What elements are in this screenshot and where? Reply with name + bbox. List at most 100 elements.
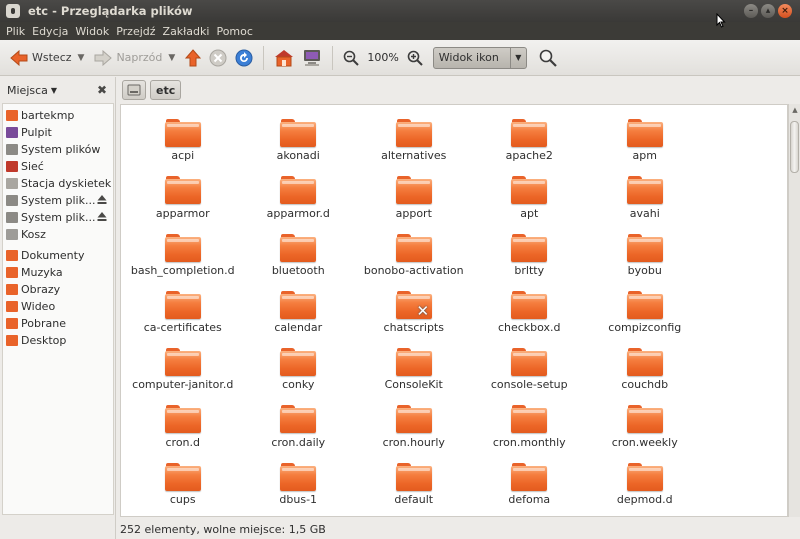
file-name: default — [394, 493, 434, 507]
sidebar-item[interactable]: Muzyka — [3, 264, 113, 281]
path-etc-button[interactable]: etc — [150, 80, 182, 100]
vertical-scrollbar[interactable]: ▲ — [788, 104, 800, 517]
file-item[interactable]: conky — [241, 334, 357, 391]
menu-go[interactable]: Przejdź — [114, 25, 160, 38]
file-item[interactable]: couchdb — [587, 334, 703, 391]
sidebar-item[interactable]: System plik... — [3, 192, 113, 209]
back-history-dropdown[interactable]: ▼ — [78, 53, 85, 63]
file-item[interactable]: ConsoleKit — [356, 334, 472, 391]
file-item[interactable]: ca-certificates — [125, 277, 241, 334]
file-item[interactable]: checkbox.d — [472, 277, 588, 334]
up-button[interactable] — [181, 44, 205, 72]
sidebar-item[interactable]: System plik... — [3, 209, 113, 226]
stop-button[interactable] — [205, 44, 231, 72]
zoom-level: 100% — [367, 51, 399, 64]
folder-icon — [626, 462, 663, 491]
file-icon-view: acpi akonadi alternatives apache2 apm apparmo… — [120, 104, 788, 517]
file-item[interactable]: cron.weekly — [587, 391, 703, 449]
back-button[interactable]: Wstecz — [6, 44, 76, 72]
computer-button[interactable] — [298, 44, 326, 72]
sidebar-item[interactable]: Kosz — [3, 226, 113, 243]
eject-icon[interactable] — [97, 211, 107, 222]
file-name: cron.weekly — [611, 435, 678, 449]
scroll-up-icon[interactable]: ▲ — [791, 106, 799, 114]
home-button[interactable] — [270, 44, 298, 72]
minimize-button[interactable]: – — [744, 4, 758, 18]
file-item[interactable]: cron.hourly — [356, 391, 472, 449]
sidebar-item[interactable]: Sieć — [3, 158, 113, 175]
file-item[interactable]: cron.monthly — [472, 391, 588, 449]
file-name: ConsoleKit — [384, 378, 443, 392]
path-root-button[interactable] — [122, 80, 146, 100]
file-item[interactable]: bonobo-activation — [356, 220, 472, 277]
file-item[interactable]: apport — [356, 162, 472, 220]
file-item[interactable]: console-setup — [472, 334, 588, 391]
sidebar-item[interactable]: Desktop — [3, 332, 113, 349]
file-item[interactable]: avahi — [587, 162, 703, 220]
folder-icon — [280, 405, 317, 434]
file-name: couchdb — [621, 378, 669, 392]
file-name: cron.d — [165, 435, 200, 449]
file-name: apm — [632, 149, 657, 163]
file-item[interactable]: brltty — [472, 220, 588, 277]
menu-file[interactable]: Plik — [4, 25, 30, 38]
file-item[interactable]: cups — [125, 449, 241, 506]
eject-icon[interactable] — [97, 194, 107, 205]
sidebar-item[interactable]: Obrazy — [3, 281, 113, 298]
menu-help[interactable]: Pomoc — [214, 25, 257, 38]
zoom-in-button[interactable] — [403, 44, 427, 72]
file-item[interactable]: defoma — [472, 449, 588, 506]
file-item[interactable]: ✕ chatscripts — [356, 277, 472, 334]
menu-view[interactable]: Widok — [73, 25, 114, 38]
file-item[interactable]: compizconfig — [587, 277, 703, 334]
file-item[interactable]: bluetooth — [241, 220, 357, 277]
maximize-button[interactable]: ▴ — [761, 4, 775, 18]
file-item[interactable]: alternatives — [356, 105, 472, 162]
file-item[interactable]: apparmor.d — [241, 162, 357, 220]
reload-button[interactable] — [231, 44, 257, 72]
file-item[interactable]: computer-janitor.d — [125, 334, 241, 391]
app-icon[interactable] — [6, 4, 20, 18]
sidebar-item[interactable]: bartekmp — [3, 107, 113, 124]
menu-edit[interactable]: Edycja — [30, 25, 73, 38]
file-item[interactable]: acpi — [125, 105, 241, 162]
sidebar-item-label: System plików — [21, 143, 101, 156]
file-item[interactable]: byobu — [587, 220, 703, 277]
sidebar-item[interactable]: Stacja dyskietek — [3, 175, 113, 192]
scrollbar-thumb[interactable] — [790, 121, 799, 173]
file-item[interactable]: default — [356, 449, 472, 506]
stop-icon — [209, 49, 227, 66]
file-item[interactable]: apparmor — [125, 162, 241, 220]
folder-icon — [511, 405, 548, 434]
file-item[interactable]: depmod.d — [587, 449, 703, 506]
file-item[interactable]: apt — [472, 162, 588, 220]
search-button[interactable] — [535, 44, 561, 72]
sidebar-item-label: Pobrane — [21, 317, 66, 330]
sidebar-item[interactable]: System plików — [3, 141, 113, 158]
forward-history-dropdown[interactable]: ▼ — [168, 53, 175, 63]
file-item[interactable]: akonadi — [241, 105, 357, 162]
zoom-out-button[interactable] — [339, 44, 363, 72]
file-item[interactable]: dbus-1 — [241, 449, 357, 506]
file-item[interactable]: bash_completion.d — [125, 220, 241, 277]
file-item[interactable]: cron.daily — [241, 391, 357, 449]
close-sidebar-icon[interactable]: ✖ — [97, 83, 107, 97]
file-item[interactable]: apache2 — [472, 105, 588, 162]
downloads-folder-icon — [6, 318, 18, 329]
folder-icon — [511, 176, 548, 205]
close-button[interactable]: × — [778, 4, 792, 18]
file-item[interactable]: calendar — [241, 277, 357, 334]
menu-bookmarks[interactable]: Zakładki — [161, 25, 215, 38]
file-item[interactable]: cron.d — [125, 391, 241, 449]
sidebar-item[interactable]: Pulpit — [3, 124, 113, 141]
file-name: apache2 — [505, 149, 553, 163]
folder-icon — [280, 462, 317, 491]
sidebar-item[interactable]: Pobrane — [3, 315, 113, 332]
file-grid: acpi akonadi alternatives apache2 apm apparmo… — [125, 105, 703, 506]
forward-button[interactable]: Naprzód — [90, 44, 166, 72]
file-item[interactable]: apm — [587, 105, 703, 162]
sidebar-item[interactable]: Wideo — [3, 298, 113, 315]
view-mode-select[interactable]: Widok ikon ▼ — [432, 46, 527, 69]
sidebar-header[interactable]: Miejsca ▼ ✖ — [0, 77, 115, 103]
sidebar-item[interactable]: Dokumenty — [3, 247, 113, 264]
